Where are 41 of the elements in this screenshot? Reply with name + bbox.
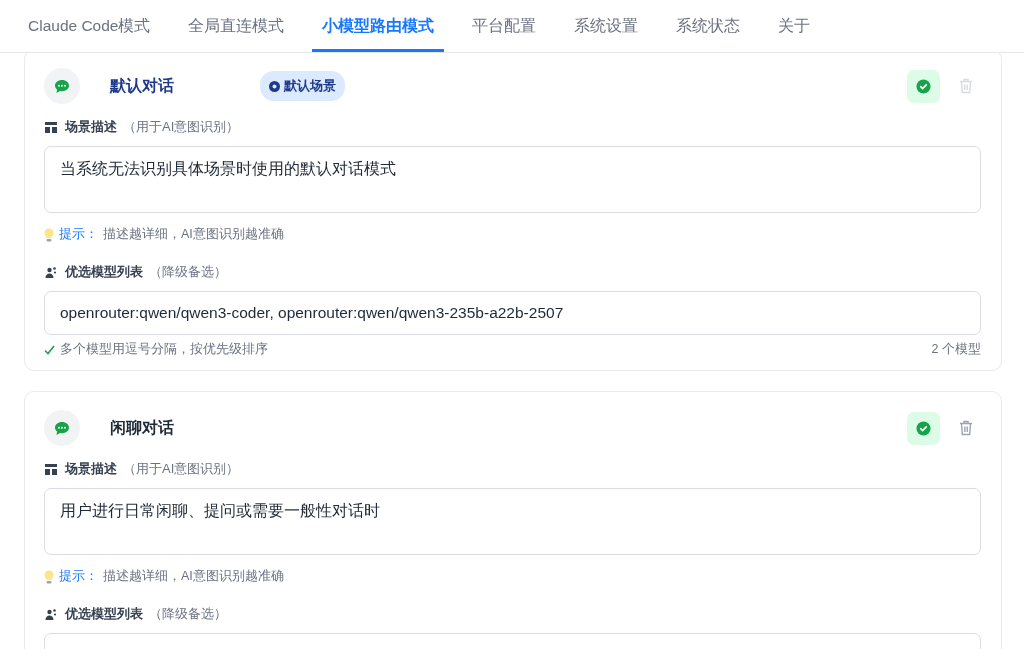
models-field[interactable]: openrouter:qwen/qwen3-coder, openrouter:qwen/qwen3-235b-a22b-2507 bbox=[44, 291, 981, 335]
field-label: 优选模型列表 bbox=[65, 605, 143, 623]
tab[interactable]: 全局直连模式 bbox=[178, 0, 295, 52]
enable-button[interactable] bbox=[907, 69, 940, 103]
trash-icon bbox=[959, 420, 973, 436]
field-label: 场景描述 bbox=[65, 460, 117, 478]
hint-label: 提示： bbox=[59, 568, 98, 585]
field-note: （用于AI意图识别） bbox=[123, 118, 240, 136]
scene-title: 默认对话 bbox=[110, 75, 175, 96]
default-scene-badge: 默认场景 bbox=[260, 71, 345, 101]
tab[interactable]: Claude Code模式 bbox=[18, 0, 161, 52]
users-icon bbox=[45, 608, 57, 620]
field-label: 场景描述 bbox=[65, 118, 117, 136]
tab[interactable]: 系统状态 bbox=[666, 0, 751, 52]
users-icon bbox=[45, 266, 57, 278]
hint-text: 描述越详细，AI意图识别越准确 bbox=[103, 226, 284, 243]
description-field[interactable]: 用户进行日常闲聊、提问或需要一般性对话时 bbox=[44, 488, 981, 555]
field-note: （降级备选） bbox=[149, 605, 227, 623]
chat-bubble-icon bbox=[54, 420, 70, 436]
field-note: （降级备选） bbox=[149, 263, 227, 281]
check-circle-icon bbox=[916, 78, 931, 94]
enable-button[interactable] bbox=[907, 411, 940, 445]
layout-icon bbox=[45, 121, 57, 133]
lightbulb-icon bbox=[44, 227, 54, 242]
chat-bubble-icon bbox=[54, 78, 70, 94]
model-count: 2 个模型 bbox=[931, 341, 981, 358]
help-text: 多个模型用逗号分隔，按优先级排序 bbox=[60, 341, 268, 358]
tab[interactable]: 系统设置 bbox=[564, 0, 649, 52]
checkmark-icon bbox=[44, 344, 55, 355]
trash-icon bbox=[959, 78, 973, 94]
field-label: 优选模型列表 bbox=[65, 263, 143, 281]
check-circle-icon bbox=[916, 420, 931, 436]
scene-title: 闲聊对话 bbox=[110, 417, 175, 438]
field-note: （用于AI意图识别） bbox=[123, 460, 240, 478]
tab[interactable]: 关于 bbox=[768, 0, 821, 52]
layout-icon bbox=[45, 463, 57, 475]
description-field[interactable]: 当系统无法识别具体场景时使用的默认对话模式 bbox=[44, 146, 981, 213]
lightbulb-icon bbox=[44, 569, 54, 584]
tab[interactable]: 平台配置 bbox=[462, 0, 547, 52]
hint-label: 提示： bbox=[59, 226, 98, 243]
hint-text: 描述越详细，AI意图识别越准确 bbox=[103, 568, 284, 585]
